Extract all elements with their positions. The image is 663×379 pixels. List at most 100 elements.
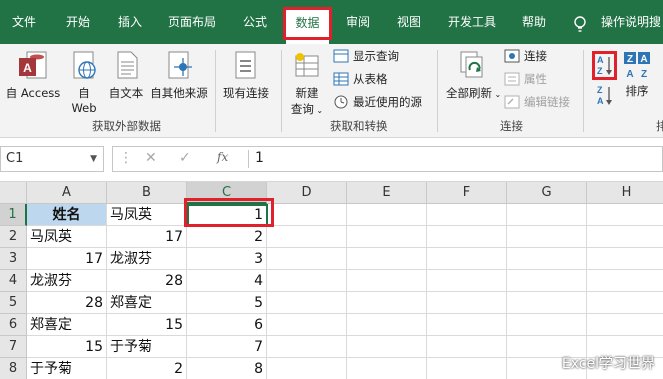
svg-text:Z: Z: [627, 54, 633, 65]
svg-text:Z: Z: [597, 85, 603, 95]
cell-c5[interactable]: 5: [187, 292, 267, 314]
tab-help[interactable]: 帮助: [518, 10, 550, 34]
sort-descending-icon[interactable]: Z A: [596, 84, 614, 106]
select-all-corner[interactable]: [0, 182, 27, 204]
recent-sources-label: 最近使用的源: [353, 95, 422, 109]
cell-c6[interactable]: 6: [187, 314, 267, 336]
group-divider: [583, 50, 584, 132]
group-label-get-transform: 获取和转换: [330, 119, 388, 133]
cell-a6[interactable]: 郑喜定: [27, 314, 107, 336]
svg-text:A: A: [640, 54, 647, 65]
tab-page-layout[interactable]: 页面布局: [164, 10, 220, 34]
cell-a3[interactable]: 17: [27, 248, 107, 270]
table-icon: [333, 72, 349, 86]
refresh-all-label: 全部刷新: [446, 86, 492, 100]
edit-links-label: 编辑链接: [524, 95, 570, 109]
tab-review[interactable]: 审阅: [342, 10, 374, 34]
properties-icon: [504, 72, 520, 86]
cell-b1[interactable]: 马凤英: [107, 204, 187, 226]
refresh-all-button[interactable]: 全部刷新 ⌄: [446, 50, 501, 101]
existing-connections-button[interactable]: 现有连接: [219, 50, 273, 101]
cell-a1[interactable]: 姓名: [27, 204, 107, 226]
tab-home[interactable]: 开始: [62, 10, 94, 34]
group-label-get-external-data: 获取外部数据: [92, 119, 161, 133]
formula-input-area: ⋮ ✕ ✓ fx 1: [112, 146, 663, 172]
cell-c7[interactable]: 7: [187, 336, 267, 358]
cell-a8[interactable]: 于予菊: [27, 358, 107, 379]
tell-me-search[interactable]: 操作说明搜: [601, 10, 663, 34]
column-header-d[interactable]: D: [267, 182, 347, 204]
from-access-button[interactable]: A 自 Access: [4, 50, 62, 101]
from-text-label: 自文本: [108, 86, 144, 100]
new-query-button[interactable]: 新建 查询 ⌄: [287, 50, 327, 117]
watermark-text: Excel学习世界: [561, 356, 655, 372]
row-header-4[interactable]: 4: [0, 270, 27, 292]
from-web-button[interactable]: 自 Web: [64, 50, 104, 115]
cell-c3[interactable]: 3: [187, 248, 267, 270]
text-file-icon: [117, 51, 138, 79]
cell-a4[interactable]: 龙淑芬: [27, 270, 107, 292]
properties-button[interactable]: 属性: [504, 71, 547, 87]
cell-c2[interactable]: 2: [187, 226, 267, 248]
row-header-1[interactable]: 1: [0, 204, 27, 226]
tab-insert[interactable]: 插入: [114, 10, 146, 34]
cell-b4[interactable]: 28: [107, 270, 187, 292]
group-divider: [281, 50, 282, 132]
from-table-button[interactable]: 从表格: [333, 71, 388, 87]
cell-b7[interactable]: 于予菊: [107, 336, 187, 358]
column-header-f[interactable]: F: [427, 182, 507, 204]
web-globe-icon: [73, 51, 96, 79]
row-header-7[interactable]: 7: [0, 336, 27, 358]
show-queries-icon: [333, 49, 349, 63]
from-other-sources-button[interactable]: 自其他来源: [147, 50, 211, 101]
new-query-label-2: 查询: [290, 102, 314, 116]
lightbulb-icon[interactable]: [573, 16, 587, 34]
row-header-3[interactable]: 3: [0, 248, 27, 270]
row-header-5[interactable]: 5: [0, 292, 27, 314]
cell-c4[interactable]: 4: [187, 270, 267, 292]
cell-b2[interactable]: 17: [107, 226, 187, 248]
tab-developer[interactable]: 开发工具: [443, 10, 501, 34]
cell-c8[interactable]: 8: [187, 358, 267, 379]
column-header-e[interactable]: E: [347, 182, 427, 204]
sort-button[interactable]: Z A A Z 排序: [620, 50, 654, 99]
from-text-button[interactable]: 自文本: [104, 50, 148, 101]
edit-links-button[interactable]: 编辑链接: [504, 94, 570, 110]
from-web-label-2: Web: [71, 101, 97, 115]
tab-view[interactable]: 视图: [393, 10, 425, 34]
insert-function-button[interactable]: fx: [217, 150, 228, 164]
cell-b8[interactable]: 2: [107, 358, 187, 379]
from-table-label: 从表格: [353, 72, 388, 86]
column-header-b[interactable]: B: [107, 182, 187, 204]
svg-text:A: A: [626, 69, 633, 80]
cell-b6[interactable]: 15: [107, 314, 187, 336]
column-header-h[interactable]: H: [587, 182, 663, 204]
sort-ascending-highlight-box: [592, 51, 617, 80]
column-header-a[interactable]: A: [27, 182, 107, 204]
show-queries-button[interactable]: 显示查询: [333, 48, 399, 64]
cell-a2[interactable]: 马凤英: [27, 226, 107, 248]
cell-a5[interactable]: 28: [27, 292, 107, 314]
formula-divider: [248, 150, 249, 168]
cell-b3[interactable]: 龙淑芬: [107, 248, 187, 270]
cancel-formula-button[interactable]: ✕: [145, 150, 157, 166]
connections-label: 连接: [524, 49, 547, 63]
new-query-icon: [295, 53, 319, 77]
cell-b5[interactable]: 郑喜定: [107, 292, 187, 314]
refresh-icon: [460, 51, 483, 78]
row-header-8[interactable]: 8: [0, 358, 27, 379]
tab-file[interactable]: 文件: [8, 10, 40, 34]
new-query-label-1: 新建: [295, 86, 319, 100]
tab-formulas[interactable]: 公式: [238, 10, 272, 34]
enter-formula-button[interactable]: ✓: [179, 150, 191, 166]
chevron-down-icon[interactable]: ▼: [90, 147, 97, 171]
name-box[interactable]: C1 ▼: [0, 146, 104, 172]
formula-input[interactable]: 1: [255, 150, 264, 166]
group-label-sort-partial: 排: [656, 119, 663, 133]
cell-a7[interactable]: 15: [27, 336, 107, 358]
connections-button[interactable]: 连接: [504, 48, 547, 64]
recent-sources-button[interactable]: 最近使用的源: [333, 94, 422, 110]
row-header-6[interactable]: 6: [0, 314, 27, 336]
row-header-2[interactable]: 2: [0, 226, 27, 248]
column-header-g[interactable]: G: [507, 182, 587, 204]
